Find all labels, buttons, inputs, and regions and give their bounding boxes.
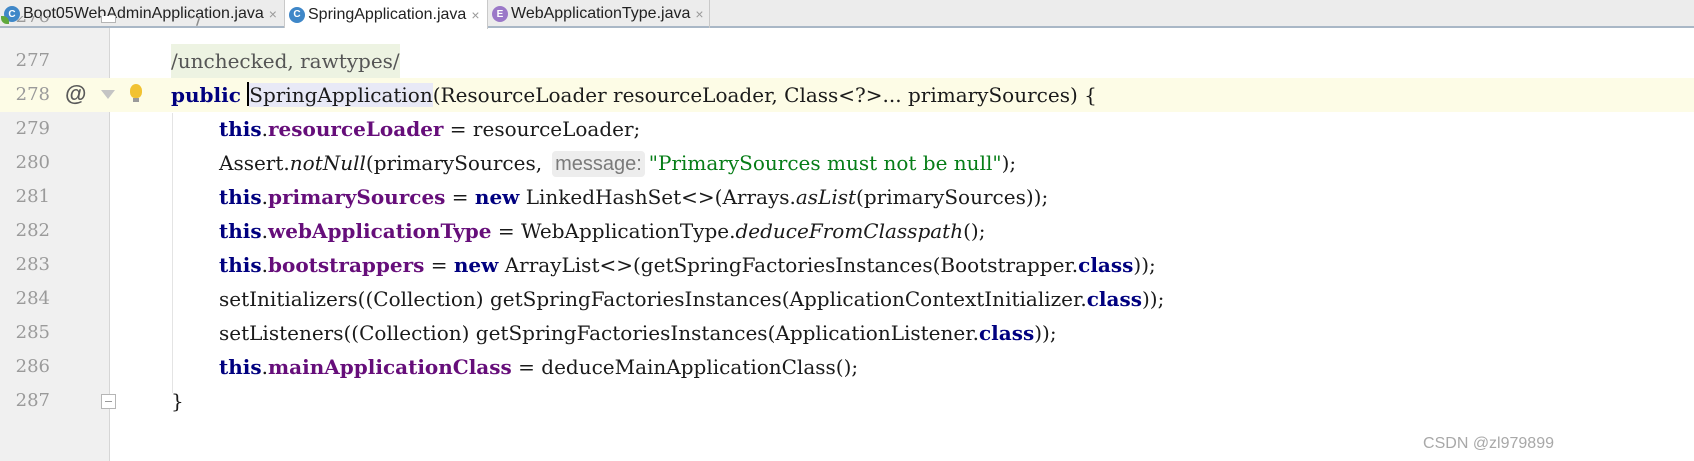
code-line-current: 278 @ public SpringApplication(ResourceL… [0, 78, 1694, 112]
keyword: new [453, 253, 499, 277]
static-method: deduceFromClasspath [735, 219, 964, 243]
code-line: 283 this.bootstrappers = new ArrayList<>… [0, 248, 1694, 282]
constructor-name: SpringApplication [249, 83, 433, 107]
fold-marker-icon[interactable] [101, 394, 116, 409]
statement: setInitializers((Collection) getSpringFa… [219, 282, 1164, 316]
expression: ArrayList<>(getSpringFactoriesInstances(… [498, 253, 1079, 277]
line-number: 280 [15, 152, 50, 173]
code-line: 281 this.primarySources = new LinkedHash… [0, 180, 1694, 214]
expression: LinkedHashSet<>(Arrays. [519, 185, 796, 209]
constructor-signature: public SpringApplication(ResourceLoader … [171, 78, 1097, 112]
code-line: 284 setInitializers((Collection) getSpri… [0, 282, 1694, 316]
expression-end: )); [1133, 253, 1156, 277]
code-line: 280 Assert.notNull(primarySources, messag… [0, 146, 1694, 180]
code-line: 282 this.webApplicationType = WebApplica… [0, 214, 1694, 248]
watermark: CSDN @zl979899 [1423, 435, 1554, 452]
expression: setListeners((Collection) getSpringFacto… [219, 321, 979, 345]
line-number: 287 [15, 390, 50, 411]
keyword: this [219, 355, 262, 379]
keyword: class [1086, 287, 1142, 311]
line-number: 283 [15, 254, 50, 275]
keyword: public [171, 83, 241, 107]
expression-end: (); [963, 219, 986, 243]
code-line: 287 } [0, 384, 1694, 418]
field-ref: mainApplicationClass [268, 355, 512, 379]
expression-end: (primarySources)); [856, 185, 1049, 209]
expression-end: ); [1001, 151, 1017, 175]
operator: = [424, 253, 454, 277]
field-ref: primarySources [268, 185, 446, 209]
string-literal: "PrimarySources must not be null" [648, 151, 1002, 175]
line-number: 276 [15, 16, 50, 27]
line-number: 279 [15, 118, 50, 139]
field-ref: webApplicationType [268, 219, 492, 243]
keyword: this [219, 117, 262, 141]
expression: = resourceLoader; [443, 117, 641, 141]
keyword: class [978, 321, 1035, 345]
statement: this.mainApplicationClass = deduceMainAp… [219, 350, 858, 384]
keyword: this [219, 219, 262, 243]
expression: = WebApplicationType. [491, 219, 736, 243]
code-line: 285 setListeners((Collection) getSpringF… [0, 316, 1694, 350]
expression: = deduceMainApplicationClass(); [511, 355, 859, 379]
argument: (primarySources, [365, 151, 543, 175]
line-number: 278 [15, 84, 50, 105]
statement: this.bootstrappers = new ArrayList<>(get… [219, 248, 1156, 282]
line-number: 285 [15, 322, 50, 343]
expression-end: )); [1141, 287, 1165, 311]
code-line: 279 this.resourceLoader = resourceLoader… [0, 112, 1694, 146]
static-method: notNull [289, 151, 366, 175]
expression-end: )); [1034, 321, 1057, 345]
line-number: 286 [15, 356, 50, 377]
statement: Assert.notNull(primarySources, message: "P… [219, 146, 1016, 180]
keyword: this [219, 253, 262, 277]
statement: this.resourceLoader = resourceLoader; [219, 112, 640, 146]
keyword: this [219, 185, 262, 209]
static-method: asList [795, 185, 857, 209]
parameter-list: (ResourceLoader resourceLoader, Class<?>… [432, 83, 1097, 107]
comment-text: */ [186, 16, 203, 29]
keyword: class [1078, 253, 1134, 277]
code-line: 286 this.mainApplicationClass = deduceMa… [0, 350, 1694, 384]
expression: setInitializers((Collection) getSpringFa… [219, 287, 1087, 311]
class-ref: Assert. [219, 151, 290, 175]
indent-guide [172, 113, 173, 393]
parameter-hint: message: [552, 151, 645, 177]
code-line: 277 /unchecked, rawtypes/ [0, 44, 1694, 78]
field-ref: bootstrappers [268, 253, 425, 277]
line-number: 281 [15, 186, 50, 207]
override-marker-icon[interactable]: @ [65, 82, 86, 106]
suppress-warnings-annotation: /unchecked, rawtypes/ [171, 44, 400, 78]
line-number: 277 [15, 50, 50, 71]
fold-marker-icon[interactable] [101, 16, 116, 23]
statement: this.webApplicationType = WebApplication… [219, 214, 985, 248]
lightbulb-icon[interactable] [130, 84, 142, 102]
statement: this.primarySources = new LinkedHashSet<… [219, 180, 1048, 214]
line-number: 284 [15, 288, 50, 309]
keyword: new [474, 185, 520, 209]
line-number: 282 [15, 220, 50, 241]
field-ref: resourceLoader [268, 117, 444, 141]
operator: = [445, 185, 475, 209]
statement: setListeners((Collection) getSpringFacto… [219, 316, 1057, 350]
fold-marker-icon[interactable] [101, 88, 115, 102]
code-line: 276 */ [0, 16, 1694, 34]
